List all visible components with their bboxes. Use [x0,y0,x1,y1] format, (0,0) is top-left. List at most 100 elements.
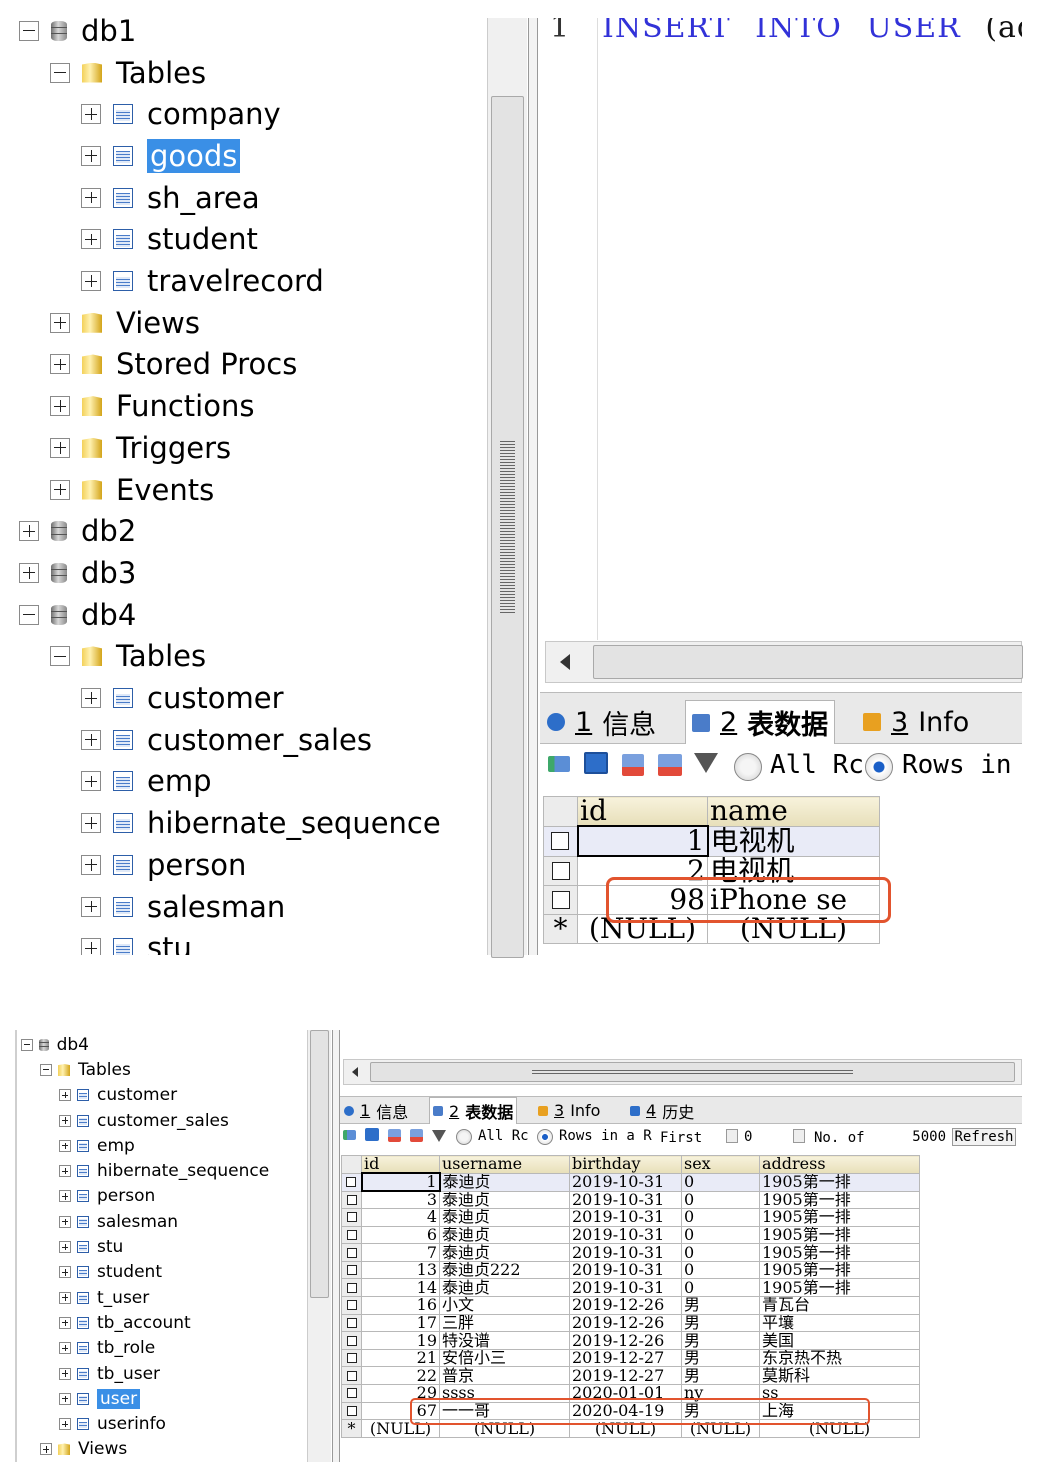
column-header-birthday[interactable]: birthday [569,1155,682,1174]
row-selector[interactable] [341,1401,362,1421]
cell-id[interactable]: 1 [360,1172,441,1192]
expand-icon[interactable] [59,1291,71,1304]
column-header-id[interactable]: id [577,796,708,827]
tree-node-hibernate-sequence[interactable]: hibernate_sequence [81,802,441,844]
tree-node-emp[interactable]: emp [81,761,212,803]
row-selector[interactable] [341,1208,362,1227]
expand-icon[interactable] [81,145,101,166]
tree-node-person[interactable]: person [59,1184,155,1209]
expand-icon[interactable] [50,354,70,375]
expand-icon[interactable] [59,1418,71,1431]
tree-node-db4[interactable]: db4 [19,594,136,636]
row-selector[interactable] [341,1243,362,1262]
expand-icon[interactable] [81,229,101,250]
expand-icon[interactable] [19,521,39,542]
top-editor-hscrollbar[interactable] [545,641,1023,683]
cell-sex[interactable]: 男 [681,1313,760,1333]
row-selector[interactable] [341,1296,362,1315]
row-selector[interactable] [341,1278,362,1298]
filter-icon[interactable] [432,1130,446,1142]
cell-id[interactable]: 22 [361,1366,440,1386]
cell-id[interactable]: 19 [361,1331,440,1350]
table-row[interactable]: 7 泰迪贞 2019-10-31 0 1905第一排 [341,1243,920,1262]
cell-username[interactable]: 三胖 [439,1313,570,1333]
cell-address[interactable]: 1905第一排 [759,1190,920,1210]
expand-icon[interactable] [81,187,101,208]
cell-id[interactable]: 6 [361,1225,440,1245]
expand-icon[interactable] [40,1443,52,1456]
row-checkbox-icon[interactable] [551,891,570,909]
cell-sex[interactable]: 男 [681,1296,760,1315]
column-header-name[interactable]: name [707,796,880,827]
table-row[interactable]: 22 普京 2019-12-27 男莫斯科 [341,1366,920,1386]
row-selector[interactable]: * [341,1419,362,1438]
row-selector[interactable] [341,1260,362,1280]
bottom-tree-scrollbar[interactable] [307,1030,331,1462]
tree-node-student[interactable]: student [81,219,258,261]
tree-node-company[interactable]: company [81,93,281,135]
tree-node-person[interactable]: person [81,844,246,886]
row-checkbox-icon[interactable] [346,1177,357,1187]
cell-address[interactable]: 1905第一排 [759,1208,920,1227]
cell-id[interactable]: 14 [361,1278,440,1298]
row-checkbox-icon[interactable] [346,1388,357,1399]
cell-id[interactable]: 3 [361,1190,440,1210]
row-checkbox-icon[interactable] [346,1194,357,1205]
tree-node-customer[interactable]: customer [59,1083,177,1108]
row-checkbox-icon[interactable] [346,1282,357,1293]
expand-icon[interactable] [59,1342,71,1355]
delete-row-icon[interactable] [388,1129,401,1142]
cell-id[interactable]: 7 [361,1243,440,1262]
tree-node-db3[interactable]: db3 [19,552,136,594]
cell-username[interactable]: 普京 [439,1366,570,1386]
tree-node-customer-sales[interactable]: customer_sales [59,1108,229,1133]
bottom-pane-splitter[interactable] [332,1030,340,1462]
tree-node-stu[interactable]: stu [59,1234,123,1259]
tree-node-salesman[interactable]: salesman [59,1209,178,1234]
collapse-icon[interactable] [19,604,39,625]
expand-icon[interactable] [59,1114,71,1127]
row-selector[interactable] [341,1331,362,1350]
expand-icon[interactable] [50,396,70,417]
cell-birthday[interactable]: 2019-10-31 [569,1225,682,1245]
next-page-icon[interactable] [793,1129,805,1143]
collapse-icon[interactable] [50,62,70,83]
cell-birthday[interactable]: 2019-10-31 [569,1260,682,1280]
column-header-id[interactable]: id [361,1155,440,1174]
tree-node-travelrecord[interactable]: travelrecord [81,260,324,302]
cell-address[interactable]: 东京热不热 [759,1348,920,1368]
delete-row-icon[interactable] [622,754,644,776]
cell-sex[interactable]: 0 [681,1190,760,1210]
row-selector[interactable] [341,1225,362,1245]
row-checkbox-icon[interactable] [346,1265,357,1276]
cell-id[interactable]: 17 [361,1313,440,1333]
tab-2[interactable]: 2 表数据 [429,1097,518,1124]
row-selector[interactable] [341,1384,362,1403]
tree-node-tables[interactable]: Tables [40,1057,131,1082]
expand-icon[interactable] [19,562,39,583]
row-checkbox-icon[interactable] [346,1335,357,1346]
cell-birthday[interactable]: 2019-12-26 [569,1296,682,1315]
cell-id[interactable]: 4 [361,1208,440,1227]
save-icon[interactable] [584,752,608,774]
expand-icon[interactable] [81,938,101,955]
expand-icon[interactable] [59,1316,71,1329]
cell-username[interactable]: 泰迪贞 [439,1208,570,1227]
cell-sex[interactable]: 男 [681,1366,760,1386]
tree-node-customer-sales[interactable]: customer_sales [81,719,372,761]
tab-2[interactable]: 2 表数据 [685,700,836,744]
cell-address[interactable]: 1905第一排 [759,1225,920,1245]
expand-icon[interactable] [81,104,101,125]
tree-node-views[interactable]: Views [40,1437,127,1462]
tab-3[interactable]: 3 Info [535,1097,603,1124]
tree-node-goods[interactable]: goods [81,135,241,177]
top-editor-hscrollbar-thumb[interactable] [593,645,1023,679]
cell-address[interactable]: 莫斯科 [759,1366,920,1386]
tree-node-db4[interactable]: db4 [21,1032,89,1057]
expand-icon[interactable] [81,854,101,875]
first-row-input[interactable]: 0 [740,1129,790,1146]
cell-id[interactable]: 1 [576,825,709,857]
expand-icon[interactable] [59,1215,71,1228]
row-selector[interactable] [543,885,578,915]
cell-id[interactable]: 16 [361,1296,440,1315]
